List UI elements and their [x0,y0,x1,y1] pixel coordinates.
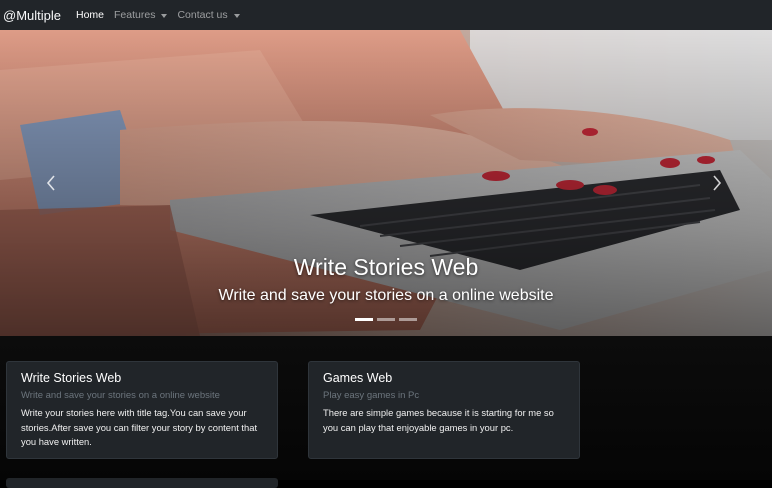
carousel-indicator-3[interactable] [399,318,417,321]
brand-logo-link[interactable]: @Multiple [3,8,61,23]
hero-carousel: Write Stories Web Write and save your st… [0,30,772,336]
card-subtitle: Play easy games in Pc [323,390,420,401]
card-games: Games Web Play easy games in Pc There ar… [308,361,580,459]
card-title: Write Stories Web [21,371,122,385]
chevron-left-icon [46,175,55,191]
nav-features-label: Features [114,9,156,21]
nav-features-dropdown[interactable]: Features [114,9,168,21]
caret-down-icon [233,13,240,18]
chevron-right-icon [713,175,722,191]
nav-contact-dropdown[interactable]: Contact us [177,9,240,21]
card-title: Games Web [323,371,393,385]
carousel-indicator-1[interactable] [355,318,373,321]
nav-home-link[interactable]: Home [76,9,104,21]
card-text: There are simple games because it is sta… [323,407,554,433]
carousel-indicator-2[interactable] [377,318,395,321]
card-write-stories: Write Stories Web Write and save your st… [6,361,278,459]
nav-home-label: Home [76,9,105,21]
top-navbar: @Multiple Home Features Contact us [0,0,772,30]
carousel-indicators [0,318,772,321]
carousel-caption-title: Write Stories Web [293,254,479,280]
cards-section: Write Stories Web Write and save your st… [0,336,772,488]
card-subtitle: Write and save your stories on a online … [21,390,220,401]
carousel-caption-subtitle: Write and save your stories on a online … [218,287,554,304]
card-text: Write your stories here with title tag.Y… [21,407,258,447]
caret-down-icon [161,13,168,18]
nav-contact-label: Contact us [177,9,228,21]
